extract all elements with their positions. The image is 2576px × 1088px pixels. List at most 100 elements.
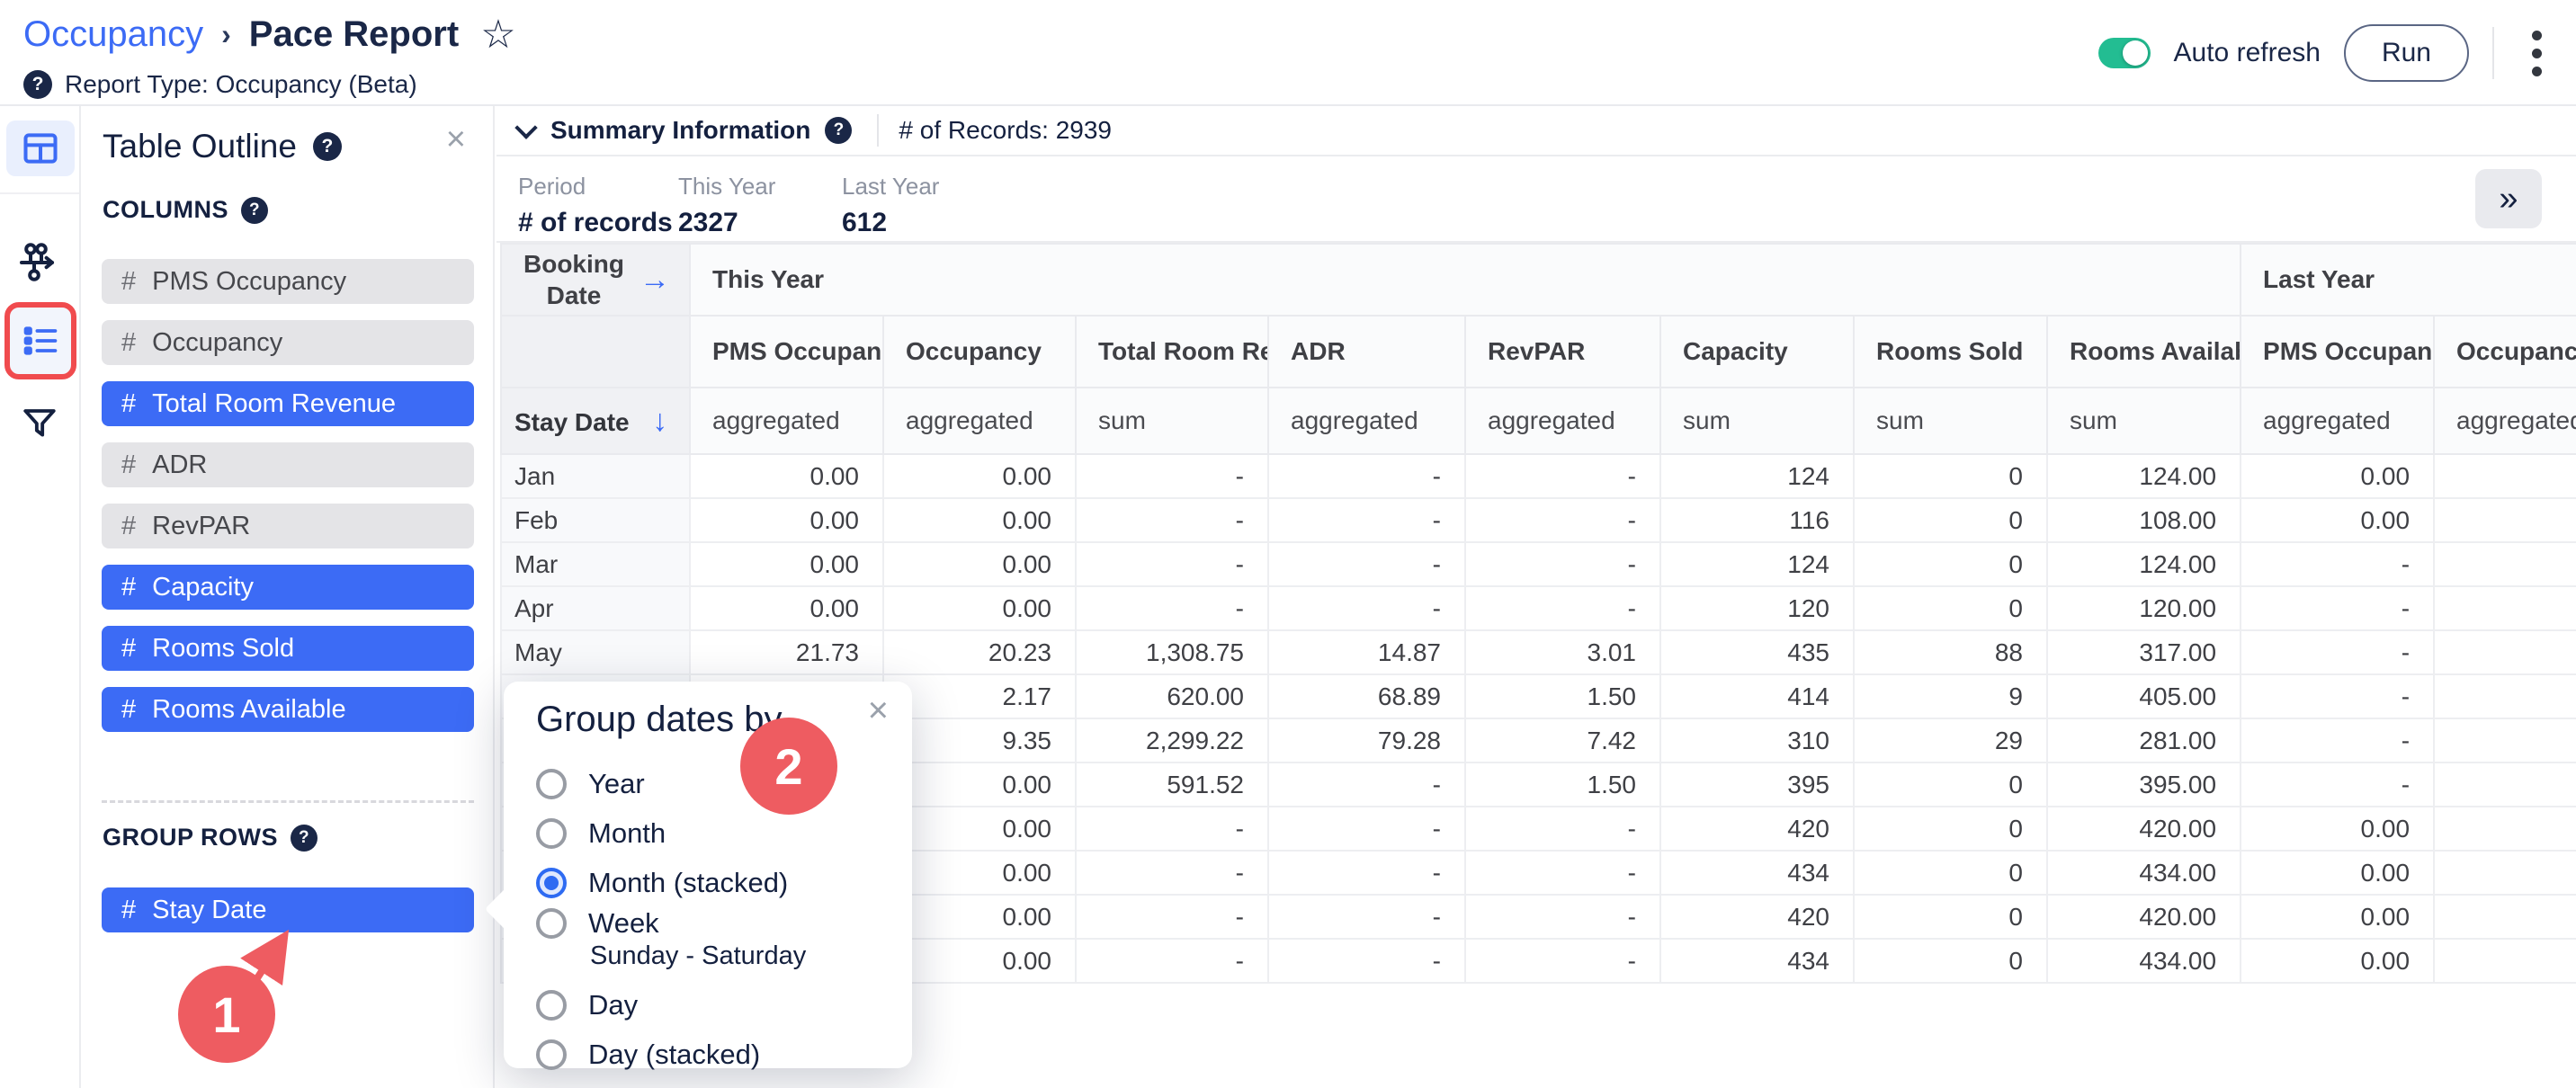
cell-may-0: 21.73 bbox=[690, 630, 883, 674]
aggregation-cell-9[interactable]: aggregated bbox=[2434, 388, 2576, 454]
column-header-occupancy-1[interactable]: Occupancy bbox=[883, 316, 1076, 388]
cell-aug-1: 0.00 bbox=[883, 762, 1076, 807]
breadcrumb-link-occupancy[interactable]: Occupancy bbox=[23, 14, 203, 55]
cell-may-8: - bbox=[2241, 630, 2434, 674]
cell-jan-0: 0.00 bbox=[690, 454, 883, 498]
radio-icon[interactable] bbox=[536, 908, 567, 939]
radio-icon[interactable] bbox=[536, 1039, 567, 1070]
cell-dec-2: - bbox=[1076, 939, 1268, 983]
auto-refresh-toggle[interactable] bbox=[2098, 38, 2151, 68]
table-row-mar: Mar0.000.00---1240124.00- bbox=[501, 542, 2576, 586]
cell-jul-2: 2,299.22 bbox=[1076, 718, 1268, 762]
report-type-label: Report Type: Occupancy (Beta) bbox=[65, 70, 417, 99]
radio-option-month-stacked[interactable]: Month (stacked) bbox=[536, 858, 894, 907]
popup-close-icon[interactable]: × bbox=[868, 692, 889, 728]
column-header-adr-3[interactable]: ADR bbox=[1268, 316, 1465, 388]
help-icon[interactable]: ? bbox=[23, 70, 52, 99]
column-header-pms-occupancy-8[interactable]: PMS Occupancy bbox=[2241, 316, 2434, 388]
radio-option-day-stacked[interactable]: Day (stacked) bbox=[536, 1030, 894, 1079]
radio-icon[interactable] bbox=[536, 818, 567, 849]
cell-jan-3: - bbox=[1268, 454, 1465, 498]
column-chip-revpar[interactable]: #RevPAR bbox=[102, 504, 474, 548]
rail-item-table-view[interactable] bbox=[6, 120, 75, 176]
cell-mar-9 bbox=[2434, 542, 2576, 586]
chip-label: Total Room Revenue bbox=[152, 389, 396, 419]
cell-dec-1: 0.00 bbox=[883, 939, 1076, 983]
cell-feb-4: - bbox=[1465, 498, 1660, 542]
aggregation-cell-3[interactable]: aggregated bbox=[1268, 388, 1465, 454]
aggregation-cell-2[interactable]: sum bbox=[1076, 388, 1268, 454]
row-header-stay-date[interactable]: Stay Date ↓ bbox=[501, 388, 690, 454]
cell-may-6: 88 bbox=[1854, 630, 2047, 674]
summary-title: Summary Information bbox=[550, 116, 810, 145]
help-icon[interactable]: ? bbox=[313, 132, 342, 161]
column-chip-rooms-sold[interactable]: #Rooms Sold bbox=[102, 626, 474, 671]
chevron-down-icon[interactable] bbox=[514, 116, 537, 138]
corner-header-booking-date[interactable]: Booking Date→ bbox=[501, 244, 690, 316]
corner-blank-cell bbox=[501, 316, 690, 388]
columns-chip-list: #PMS Occupancy#Occupancy#Total Room Reve… bbox=[102, 259, 474, 748]
cell-aug-7: 395.00 bbox=[2047, 762, 2241, 807]
help-icon[interactable]: ? bbox=[241, 197, 268, 224]
help-icon[interactable]: ? bbox=[291, 825, 318, 852]
column-chip-adr[interactable]: #ADR bbox=[102, 442, 474, 487]
help-icon[interactable]: ? bbox=[825, 117, 852, 144]
aggregation-cell-1[interactable]: aggregated bbox=[883, 388, 1076, 454]
cell-jul-4: 7.42 bbox=[1465, 718, 1660, 762]
cell-oct-2: - bbox=[1076, 851, 1268, 895]
column-header-pms-occupancy-0[interactable]: PMS Occupancy bbox=[690, 316, 883, 388]
aggregation-cell-4[interactable]: aggregated bbox=[1465, 388, 1660, 454]
radio-selected-icon[interactable] bbox=[536, 868, 567, 898]
column-chip-occupancy[interactable]: #Occupancy bbox=[102, 320, 474, 365]
rail-item-data-flow[interactable] bbox=[18, 239, 61, 282]
cell-mar-0: 0.00 bbox=[690, 542, 883, 586]
run-button[interactable]: Run bbox=[2344, 24, 2469, 82]
rail-item-filters[interactable] bbox=[21, 405, 58, 442]
cell-dec-8: 0.00 bbox=[2241, 939, 2434, 983]
filter-funnel-icon bbox=[21, 405, 58, 442]
cell-dec-5: 434 bbox=[1660, 939, 1854, 983]
column-header-revpar-4[interactable]: RevPAR bbox=[1465, 316, 1660, 388]
expand-panel-button[interactable]: » bbox=[2475, 169, 2542, 228]
cell-sep-1: 0.00 bbox=[883, 807, 1076, 851]
cell-nov-2: - bbox=[1076, 895, 1268, 939]
hash-icon: # bbox=[121, 512, 136, 541]
column-header-occupancy-9[interactable]: Occupancy bbox=[2434, 316, 2576, 388]
cell-feb-1: 0.00 bbox=[883, 498, 1076, 542]
header-actions: Auto refresh Run bbox=[2098, 0, 2556, 106]
column-header-total-room-reve-2[interactable]: Total Room Reve... bbox=[1076, 316, 1268, 388]
radio-option-day[interactable]: Day bbox=[536, 980, 894, 1030]
radio-option-sublabel: Sunday - Saturday bbox=[590, 940, 894, 980]
rail-item-table-outline[interactable] bbox=[21, 321, 60, 361]
panel-close-icon[interactable]: × bbox=[446, 122, 466, 156]
radio-option-label: Day bbox=[588, 989, 638, 1021]
column-header-rooms-available-7[interactable]: Rooms Available bbox=[2047, 316, 2241, 388]
favorite-star-icon[interactable]: ☆ bbox=[480, 15, 515, 55]
radio-option-month[interactable]: Month bbox=[536, 808, 894, 858]
aggregation-cell-0[interactable]: aggregated bbox=[690, 388, 883, 454]
radio-icon[interactable] bbox=[536, 769, 567, 799]
aggregation-cell-5[interactable]: sum bbox=[1660, 388, 1854, 454]
cell-dec-7: 434.00 bbox=[2047, 939, 2241, 983]
sort-desc-icon[interactable]: ↓ bbox=[644, 404, 667, 438]
radio-icon[interactable] bbox=[536, 990, 567, 1021]
aggregation-cell-8[interactable]: aggregated bbox=[2241, 388, 2434, 454]
kebab-menu-icon[interactable] bbox=[2518, 31, 2556, 76]
radio-option-week[interactable]: WeekSunday - Saturday bbox=[536, 907, 894, 980]
column-chip-pms-occupancy[interactable]: #PMS Occupancy bbox=[102, 259, 474, 304]
hash-icon: # bbox=[121, 450, 136, 480]
cell-aug-6: 0 bbox=[1854, 762, 2047, 807]
column-header-rooms-sold-6[interactable]: Rooms Sold bbox=[1854, 316, 2047, 388]
table-group-header-row: Booking Date→This YearLast Year bbox=[501, 244, 2576, 316]
column-chip-capacity[interactable]: #Capacity bbox=[102, 565, 474, 610]
column-chip-rooms-available[interactable]: #Rooms Available bbox=[102, 687, 474, 732]
cell-dec-3: - bbox=[1268, 939, 1465, 983]
cell-oct-4: - bbox=[1465, 851, 1660, 895]
cell-nov-6: 0 bbox=[1854, 895, 2047, 939]
aggregation-cell-6[interactable]: sum bbox=[1854, 388, 2047, 454]
column-header-capacity-5[interactable]: Capacity bbox=[1660, 316, 1854, 388]
aggregation-cell-7[interactable]: sum bbox=[2047, 388, 2241, 454]
column-chip-total-room-revenue[interactable]: #Total Room Revenue bbox=[102, 381, 474, 426]
pivot-right-arrow-icon: → bbox=[640, 263, 670, 298]
radio-option-year[interactable]: Year bbox=[536, 759, 894, 808]
